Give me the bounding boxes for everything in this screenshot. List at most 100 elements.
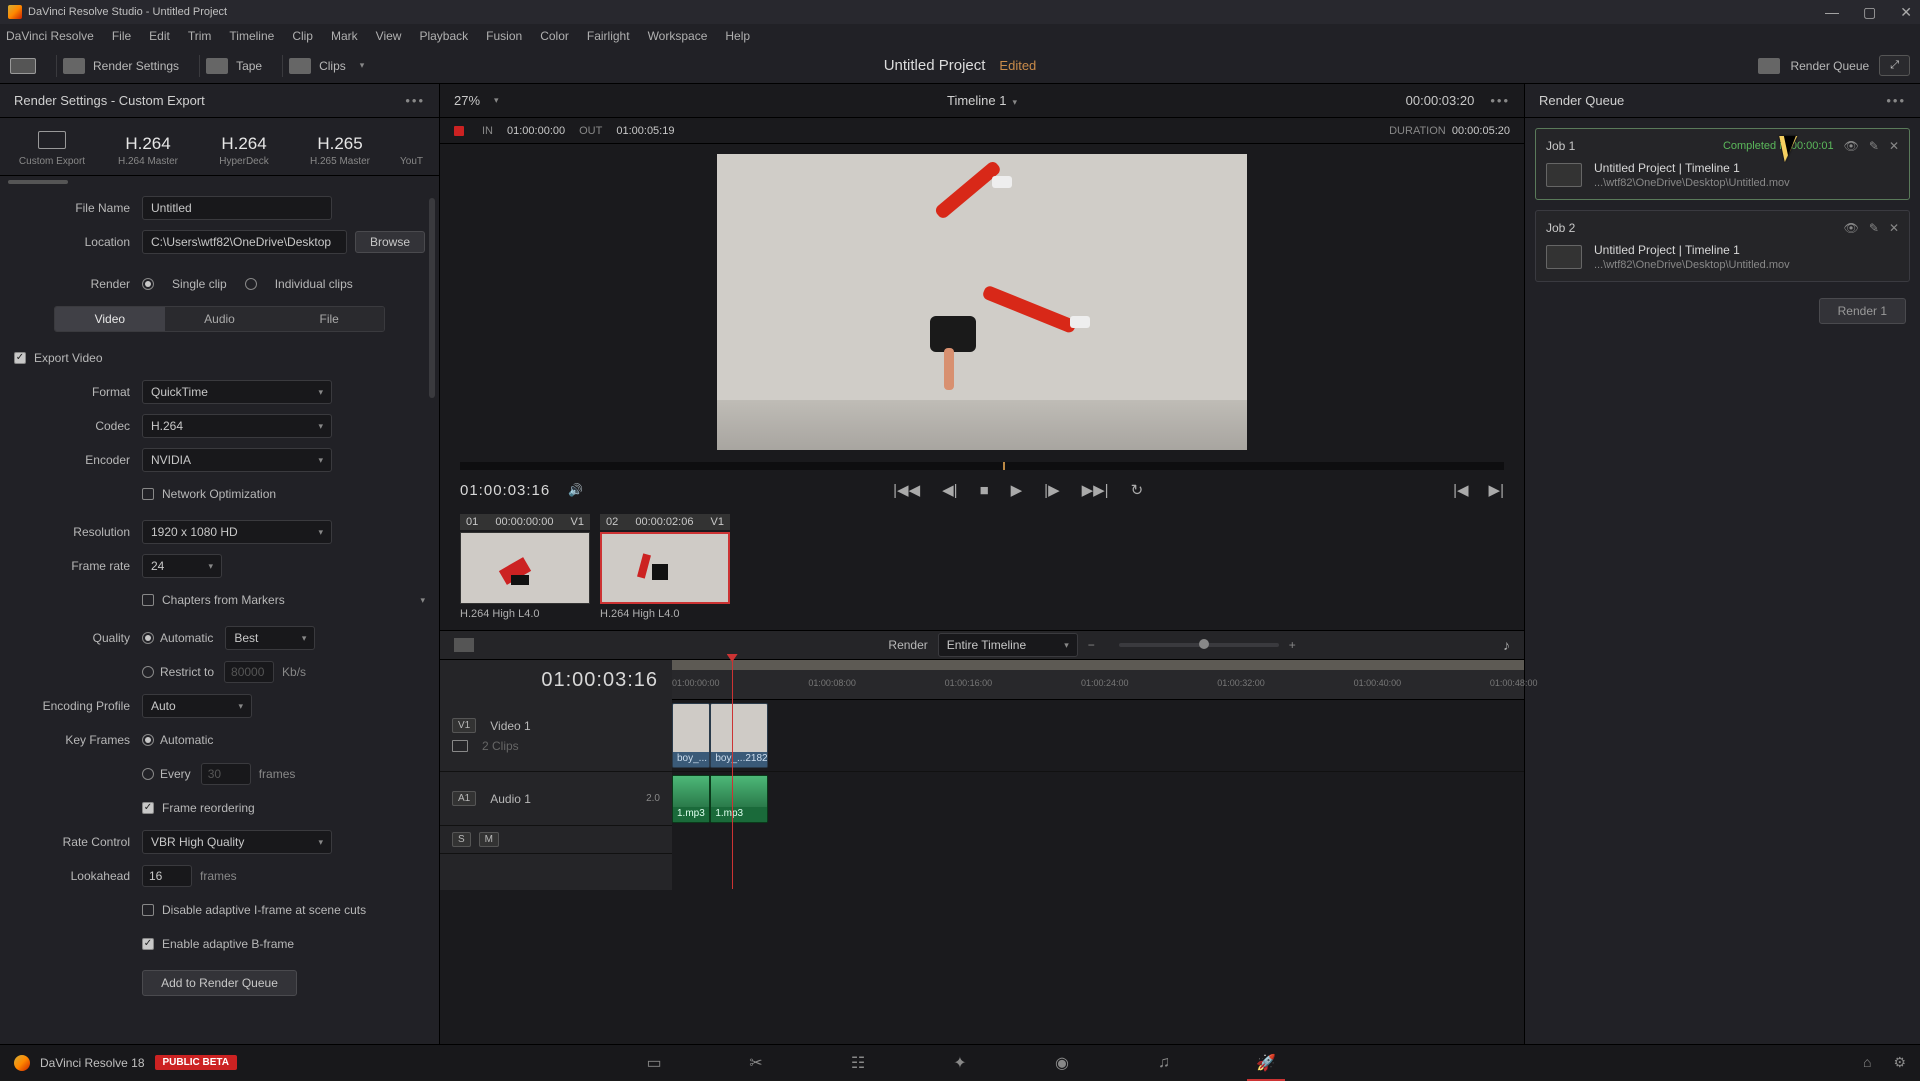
render-queue-icon[interactable] (1758, 58, 1780, 74)
disable-iframe-check[interactable] (142, 904, 154, 916)
preset-custom[interactable]: Custom Export (6, 126, 98, 167)
page-media[interactable]: ▭ (643, 1054, 665, 1072)
job2-edit-icon[interactable]: ✎ (1869, 221, 1879, 235)
preset-h265[interactable]: H.265H.265 Master (294, 134, 386, 167)
framerate-select[interactable]: 24 (142, 554, 222, 578)
play-button[interactable]: ▶ (1011, 481, 1023, 499)
kf-auto-radio[interactable] (142, 734, 154, 746)
timeline-view-icon[interactable] (454, 638, 474, 652)
queue-menu-icon[interactable]: ••• (1886, 93, 1906, 108)
enable-bframe-check[interactable] (142, 938, 154, 950)
speaker-icon[interactable]: 🔊 (568, 483, 583, 497)
menu-help[interactable]: Help (725, 29, 750, 43)
page-deliver[interactable]: 🚀 (1255, 1054, 1277, 1072)
solo-button[interactable]: S (452, 832, 471, 847)
zoom-value[interactable]: 27% (454, 93, 480, 108)
render-settings-icon[interactable] (63, 58, 85, 74)
frame-reorder-check[interactable] (142, 802, 154, 814)
viewer-canvas[interactable] (717, 154, 1247, 450)
loop-button[interactable]: ↻ (1131, 481, 1144, 499)
netopt-check[interactable] (142, 488, 154, 500)
menu-clip[interactable]: Clip (292, 29, 313, 43)
job-2[interactable]: Job 2 👁✎✕ Untitled Project | Timeline 1 … (1535, 210, 1910, 282)
ratectrl-select[interactable]: VBR High Quality (142, 830, 332, 854)
home-icon[interactable]: ⌂ (1863, 1054, 1871, 1071)
panel-menu-icon[interactable]: ••• (405, 93, 425, 108)
expand-button[interactable]: ⤢ (1879, 55, 1910, 76)
clips-label[interactable]: Clips (319, 59, 346, 73)
timeline-tc[interactable]: 01:00:03:16 (541, 669, 658, 692)
zoom-out-icon[interactable]: − (1088, 638, 1095, 652)
v1-enable-icon[interactable] (452, 740, 468, 752)
prev-frame-button[interactable]: ◀| (942, 481, 957, 499)
preset-youtube[interactable]: YouT (390, 154, 433, 167)
job2-reveal-icon[interactable]: 👁 (1844, 221, 1859, 235)
menu-edit[interactable]: Edit (149, 29, 170, 43)
lookahead-input[interactable]: 16 (142, 865, 192, 887)
render-queue-label[interactable]: Render Queue (1790, 59, 1869, 73)
page-color[interactable]: ◉ (1051, 1054, 1073, 1072)
page-fairlight[interactable]: ♫ (1153, 1054, 1175, 1072)
monitor-icon[interactable] (10, 58, 36, 74)
browse-button[interactable]: Browse (355, 231, 425, 253)
job-1[interactable]: Job 1 Completed in 00:00:01 👁✎✕ Untitled… (1535, 128, 1910, 200)
menu-timeline[interactable]: Timeline (229, 29, 274, 43)
zoom-slider[interactable] (1119, 643, 1279, 647)
audio-clip-2[interactable]: 1.mp3 (710, 775, 768, 823)
preset-h264-master[interactable]: H.264H.264 Master (102, 134, 194, 167)
preset-hyperdeck[interactable]: H.264HyperDeck (198, 134, 290, 167)
next-frame-button[interactable]: |▶ (1044, 481, 1059, 499)
last-frame-button[interactable]: ▶▶| (1082, 481, 1109, 499)
maximize-button[interactable]: ▢ (1863, 4, 1876, 21)
menu-davinci[interactable]: DaVinci Resolve (6, 29, 94, 43)
video-clip-1[interactable]: boy_... (672, 703, 710, 768)
first-frame-button[interactable]: |◀◀ (893, 481, 920, 499)
page-cut[interactable]: ✂ (745, 1054, 767, 1072)
source-clip-2[interactable]: 0200:00:02:06V1 H.264 High L4.0 (600, 514, 730, 620)
tab-file[interactable]: File (274, 307, 384, 331)
tape-icon[interactable] (206, 58, 228, 74)
kf-every-radio[interactable] (142, 768, 154, 780)
music-icon[interactable]: ♪ (1503, 637, 1510, 653)
tab-video[interactable]: Video (55, 307, 165, 331)
render-range-select[interactable]: Entire Timeline (938, 633, 1078, 657)
quality-best-select[interactable]: Best (225, 626, 315, 650)
viewer-menu-icon[interactable]: ••• (1490, 93, 1510, 108)
resolution-select[interactable]: 1920 x 1080 HD (142, 520, 332, 544)
individual-clips-radio[interactable] (245, 278, 257, 290)
kf-every-input[interactable]: 30 (201, 763, 251, 785)
encoder-select[interactable]: NVIDIA (142, 448, 332, 472)
encprofile-select[interactable]: Auto (142, 694, 252, 718)
viewer-scrubber[interactable] (460, 462, 1504, 470)
source-clip-1[interactable]: 0100:00:00:00V1 H.264 High L4.0 (460, 514, 590, 620)
page-fusion[interactable]: ✦ (949, 1054, 971, 1072)
render-button[interactable]: Render 1 (1819, 298, 1906, 324)
menu-playback[interactable]: Playback (419, 29, 468, 43)
location-input[interactable]: C:\Users\wtf82\OneDrive\Desktop (142, 230, 347, 254)
menu-fairlight[interactable]: Fairlight (587, 29, 630, 43)
playhead[interactable] (732, 654, 733, 889)
format-select[interactable]: QuickTime (142, 380, 332, 404)
export-video-check[interactable] (14, 352, 26, 364)
menu-file[interactable]: File (112, 29, 131, 43)
menu-trim[interactable]: Trim (188, 29, 212, 43)
viewer-timeline-name[interactable]: Timeline 1 (947, 93, 1006, 108)
restrict-radio[interactable] (142, 666, 154, 678)
quality-auto-radio[interactable] (142, 632, 154, 644)
playback-tc[interactable]: 01:00:03:16 (460, 482, 550, 499)
render-settings-label[interactable]: Render Settings (93, 59, 179, 73)
audio-clip-1[interactable]: 1.mp3 (672, 775, 710, 823)
job1-delete-icon[interactable]: ✕ (1889, 139, 1899, 153)
menu-mark[interactable]: Mark (331, 29, 358, 43)
menu-view[interactable]: View (376, 29, 402, 43)
job1-reveal-icon[interactable]: 👁 (1844, 139, 1859, 153)
in-value[interactable]: 01:00:00:00 (507, 125, 565, 137)
codec-select[interactable]: H.264 (142, 414, 332, 438)
menu-fusion[interactable]: Fusion (486, 29, 522, 43)
tab-audio[interactable]: Audio (165, 307, 275, 331)
jump-fwd-button[interactable]: ▶| (1489, 481, 1504, 499)
filename-input[interactable]: Untitled (142, 196, 332, 220)
stop-button[interactable]: ■ (980, 482, 989, 499)
video-clip-2[interactable]: boy_...21827 ... (710, 703, 768, 768)
single-clip-radio[interactable] (142, 278, 154, 290)
